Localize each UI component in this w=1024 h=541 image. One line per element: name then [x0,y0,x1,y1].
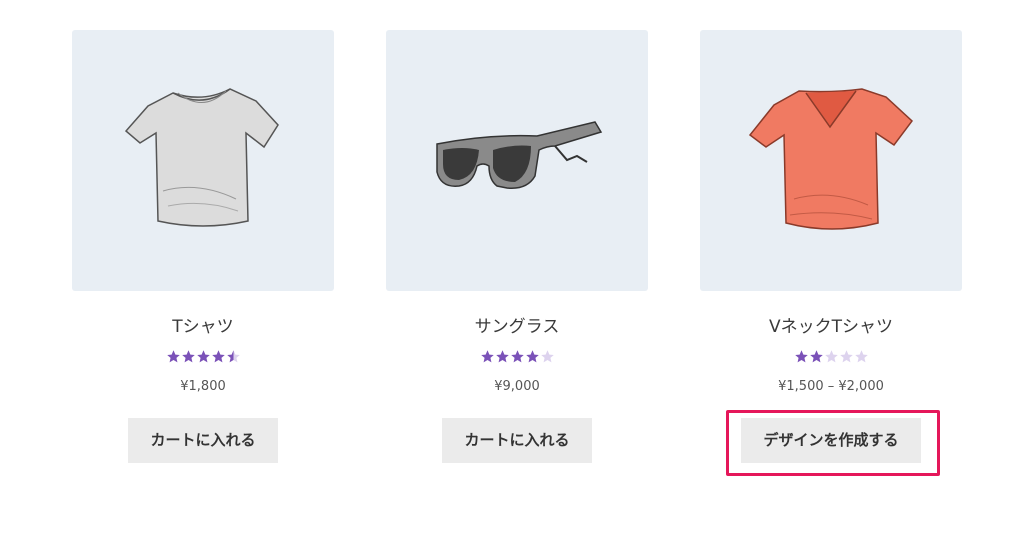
star-rating [700,349,962,365]
star-icon [525,350,539,363]
empty-star-icon [824,350,838,363]
product-title[interactable]: VネックTシャツ [700,317,962,337]
product-card-tshirt: Tシャツ ¥1,800 カートに入れる [72,30,334,463]
product-title[interactable]: サングラス [386,317,648,337]
empty-star-icon [854,350,868,363]
sunglasses-image [436,120,603,189]
add-to-cart-button[interactable]: カートに入れる [128,418,278,463]
product-card-sunglasses: サングラス ¥9,000 カートに入れる [386,30,648,463]
product-price: ¥9,000 [494,379,540,394]
coral-vneck-tshirt-image [748,87,913,230]
empty-star-icon [540,350,554,363]
product-price: ¥1,500 – ¥2,000 [778,379,884,394]
product-image-sunglasses[interactable] [386,30,648,291]
star-icon [166,350,180,363]
half-star-icon [226,350,240,363]
star-icon [510,350,524,363]
star-icon [794,350,808,363]
product-image-vneck-tshirt[interactable] [700,30,962,291]
star-rating [72,349,334,365]
create-design-button[interactable]: デザインを作成する [741,418,921,463]
product-price: ¥1,800 [180,379,226,394]
product-card-vneck-tshirt: VネックTシャツ ¥1,500 – ¥2,000 デザインを作成する [700,30,962,463]
star-icon [196,350,210,363]
star-icon [181,350,195,363]
star-rating [386,349,648,365]
star-icon [809,350,823,363]
add-to-cart-button[interactable]: カートに入れる [442,418,592,463]
star-icon [495,350,509,363]
product-image-tshirt[interactable] [72,30,334,291]
product-title[interactable]: Tシャツ [72,317,334,337]
empty-star-icon [839,350,853,363]
white-tshirt-image [124,87,279,227]
star-icon [480,350,494,363]
star-icon [211,350,225,363]
